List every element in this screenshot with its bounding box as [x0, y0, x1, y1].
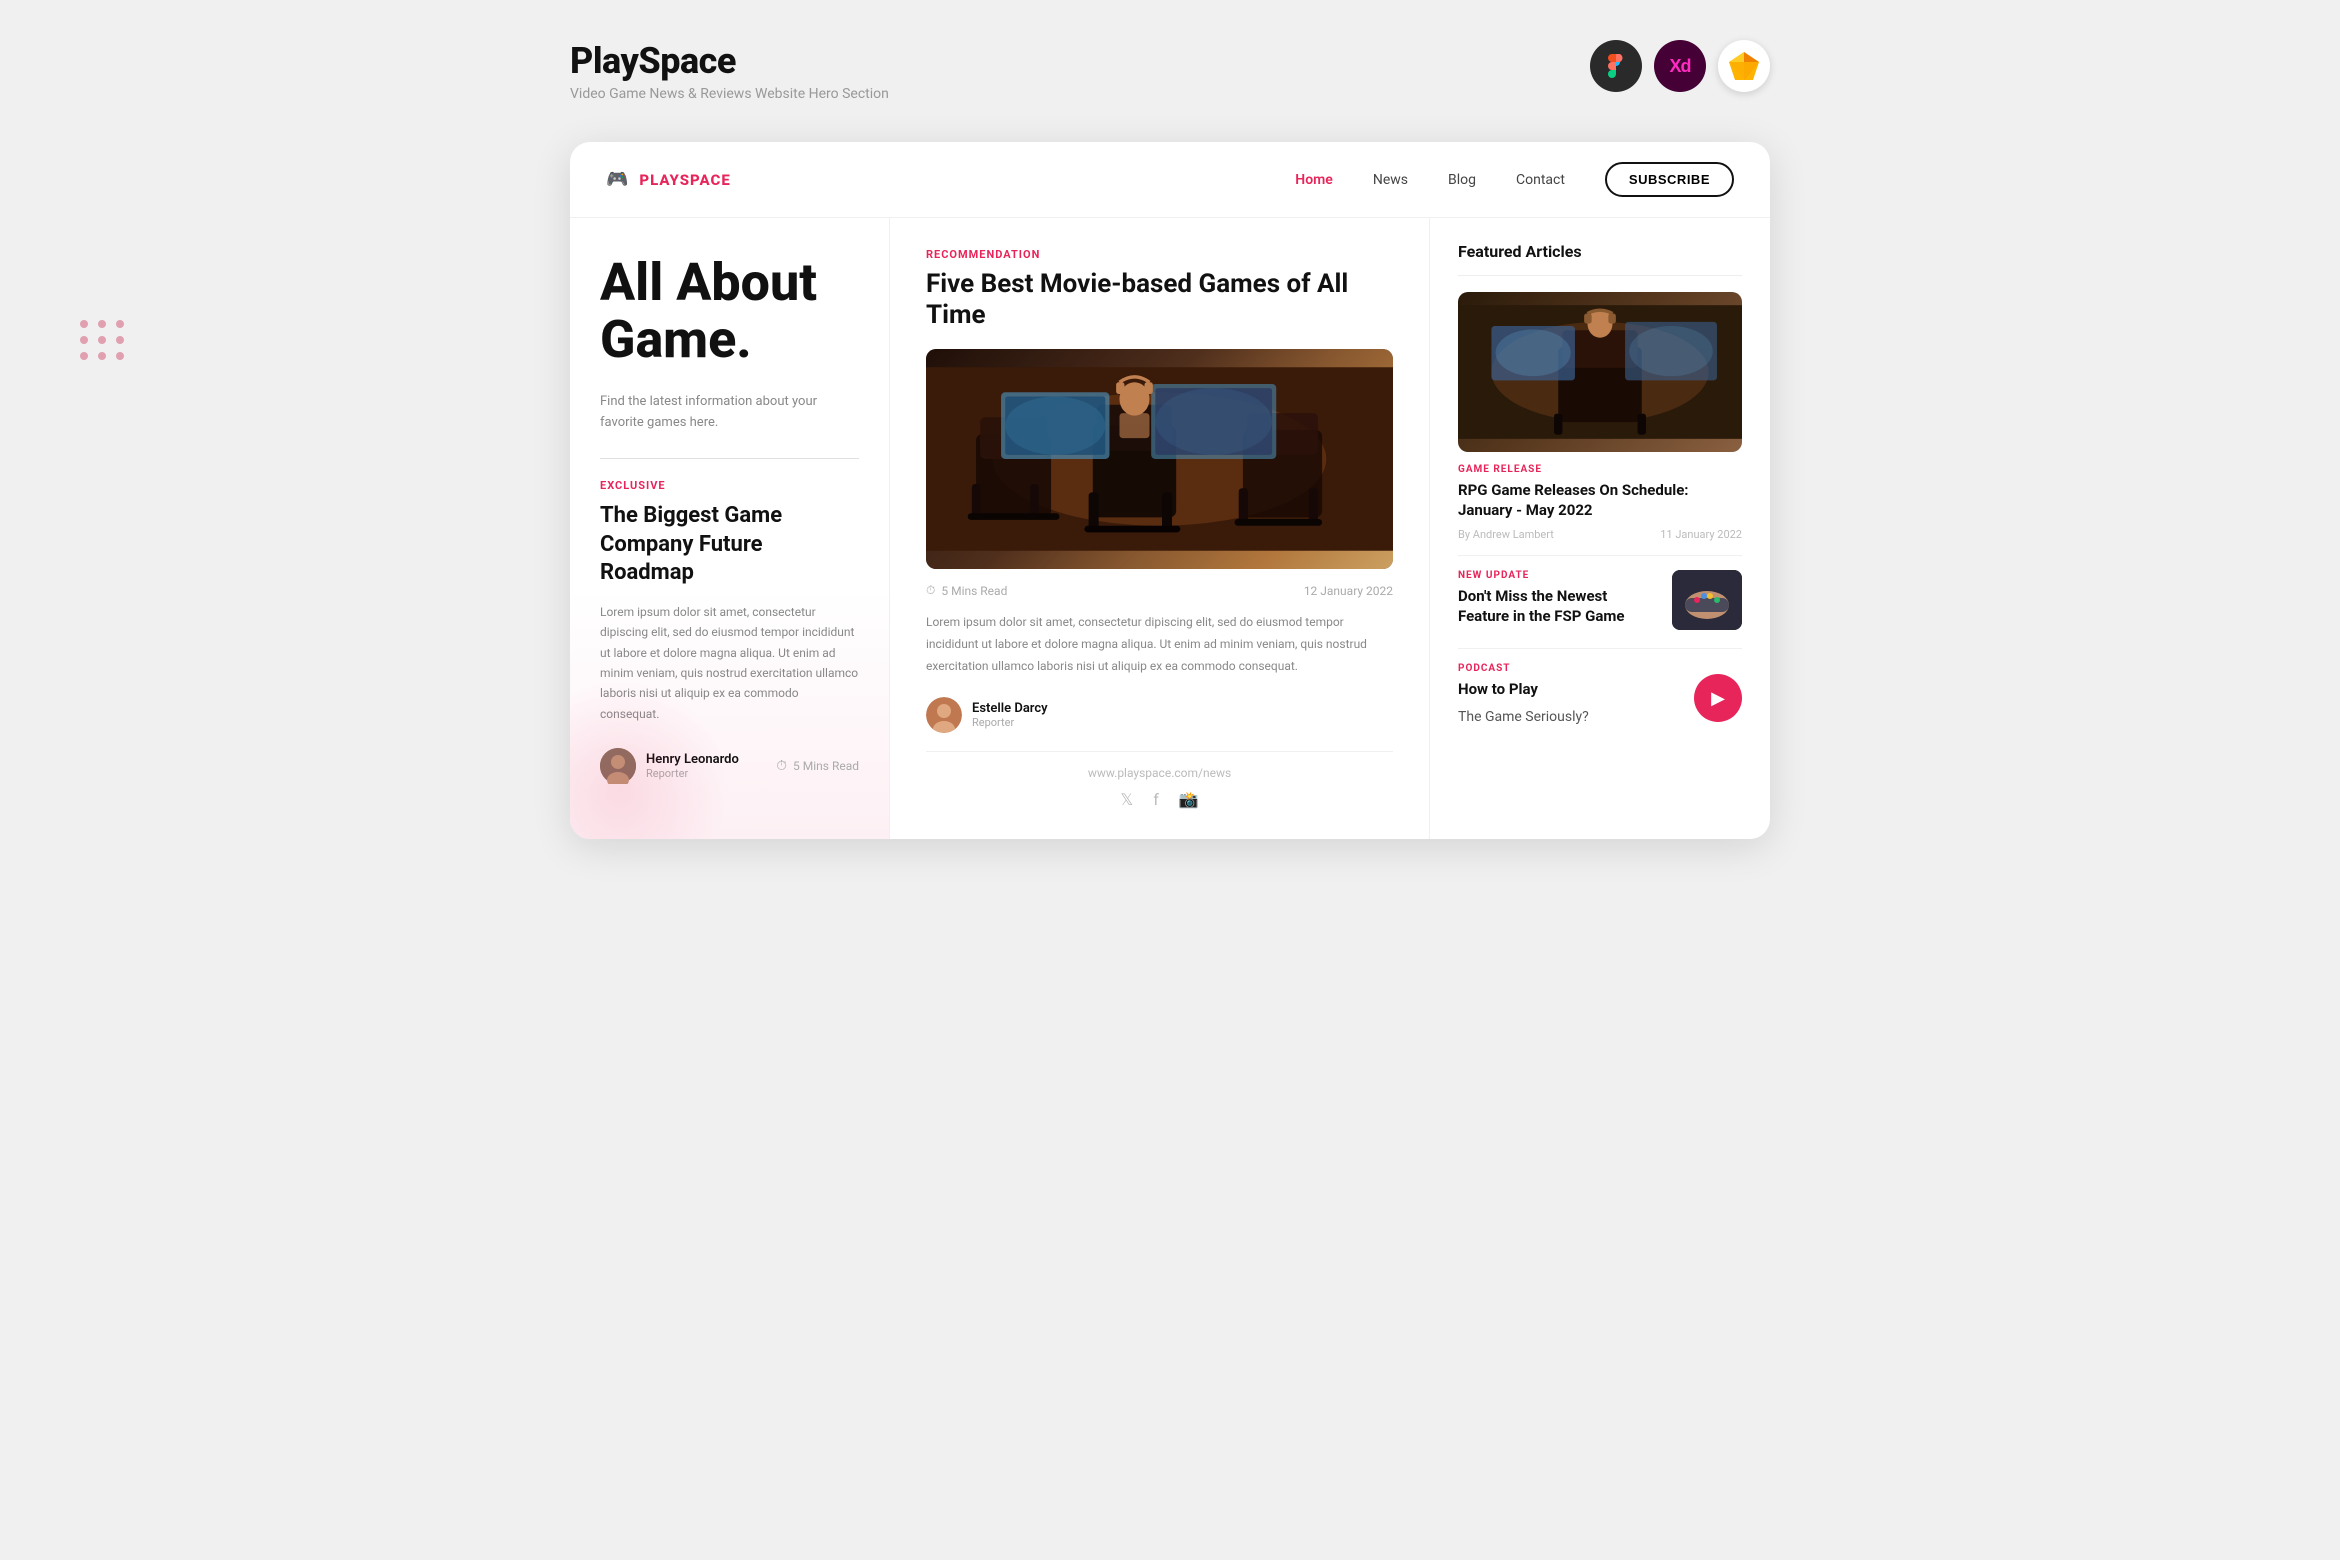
featured-panel: RECOMMENDATION Five Best Movie-based Gam…	[890, 218, 1430, 839]
recommendation-label: RECOMMENDATION	[926, 248, 1393, 261]
nav-brand-label: PLAYSPACE	[639, 171, 730, 189]
featured-author-section: Estelle Darcy Reporter	[926, 697, 1393, 752]
figma-icon	[1590, 40, 1642, 92]
content-area: All About Game. Find the latest informat…	[570, 218, 1770, 839]
hero-author-info: Henry Leonardo Reporter	[600, 748, 739, 784]
tool-icons-group: Xd	[1590, 40, 1770, 92]
sidebar-article-title-2: Don't Miss the Newest Feature in the FSP…	[1458, 587, 1660, 626]
featured-articles-divider	[1458, 275, 1742, 276]
hero-panel: All About Game. Find the latest informat…	[570, 218, 890, 839]
featured-clock-icon: ⏱	[926, 583, 935, 598]
nav-link-blog[interactable]: Blog	[1448, 172, 1476, 188]
sidebar-thumb-2	[1672, 570, 1742, 630]
nav-link-news[interactable]: News	[1373, 172, 1408, 188]
featured-title: Five Best Movie-based Games of All Time	[926, 269, 1393, 331]
hero-author-row: Henry Leonardo Reporter ⏱ 5 Mins Read	[600, 748, 859, 784]
sketch-icon	[1718, 40, 1770, 92]
featured-date: 12 January 2022	[1304, 584, 1393, 598]
sidebar-article-title-1: RPG Game Releases On Schedule: January -…	[1458, 481, 1742, 520]
hero-author-details: Henry Leonardo Reporter	[646, 752, 739, 780]
featured-author-name: Estelle Darcy	[972, 701, 1048, 716]
instagram-icon[interactable]: 📸	[1179, 790, 1199, 809]
featured-author-role: Reporter	[972, 716, 1048, 729]
hero-read-time-label: 5 Mins Read	[793, 759, 859, 773]
sidebar-tag-2: NEW UPDATE	[1458, 570, 1660, 581]
main-card: 🎮 PLAYSPACE Home News Blog Contact SUBSC…	[570, 142, 1770, 839]
featured-read-time: ⏱ 5 Mins Read	[926, 583, 1007, 598]
sidebar-article-1: GAME RELEASE RPG Game Releases On Schedu…	[1458, 292, 1742, 556]
facebook-icon[interactable]: f	[1153, 790, 1159, 809]
podcast-title: How to Play	[1458, 680, 1589, 700]
hero-author-avatar	[600, 748, 636, 784]
featured-author-details: Estelle Darcy Reporter	[972, 701, 1048, 729]
featured-image	[926, 349, 1393, 569]
podcast-tag: PODCAST	[1458, 663, 1589, 674]
sidebar-featured-image	[1458, 292, 1742, 452]
hero-author-name: Henry Leonardo	[646, 752, 739, 767]
clock-icon: ⏱	[776, 758, 787, 774]
nav-links: Home News Blog Contact SUBSCRIBE	[1295, 162, 1734, 197]
featured-meta-row: ⏱ 5 Mins Read 12 January 2022	[926, 583, 1393, 598]
sidebar-article-content-2: NEW UPDATE Don't Miss the Newest Feature…	[1458, 570, 1660, 634]
podcast-content: PODCAST How to Play The Game Seriously?	[1458, 663, 1589, 734]
podcast-subtitle: The Game Seriously?	[1458, 708, 1589, 726]
nav-link-home[interactable]: Home	[1295, 172, 1333, 188]
hero-read-time: ⏱ 5 Mins Read	[776, 758, 859, 774]
nav-brand: 🎮 PLAYSPACE	[606, 169, 731, 190]
sidebar-article-2: NEW UPDATE Don't Miss the Newest Feature…	[1458, 570, 1742, 649]
sidebar-meta-1: By Andrew Lambert 11 January 2022	[1458, 528, 1742, 556]
hero-article-title: The Biggest Game Company Future Roadmap	[600, 502, 859, 588]
featured-body: Lorem ipsum dolor sit amet, consectetur …	[926, 612, 1393, 677]
hero-description: Find the latest information about your f…	[600, 392, 840, 434]
exclusive-label: EXCLUSIVE	[600, 479, 859, 492]
sidebar-author-1: By Andrew Lambert	[1458, 528, 1554, 541]
navigation: 🎮 PLAYSPACE Home News Blog Contact SUBSC…	[570, 142, 1770, 218]
sidebar-tag-1: GAME RELEASE	[1458, 464, 1742, 475]
brand-section: PlaySpace Video Game News & Reviews Webs…	[570, 40, 889, 102]
featured-articles-title: Featured Articles	[1458, 242, 1742, 261]
hero-divider	[600, 458, 859, 459]
podcast-play-button[interactable]: ▶	[1694, 674, 1742, 722]
social-icons: 𝕏 f 📸	[926, 790, 1393, 809]
hero-author-role: Reporter	[646, 767, 739, 780]
page-subtitle: Video Game News & Reviews Website Hero S…	[570, 86, 889, 102]
page-title: PlaySpace	[570, 40, 889, 82]
decorative-dots	[80, 320, 126, 360]
featured-url: www.playspace.com/news	[926, 766, 1393, 780]
featured-read-time-label: 5 Mins Read	[941, 584, 1007, 598]
twitter-icon[interactable]: 𝕏	[1120, 790, 1133, 809]
page-header: PlaySpace Video Game News & Reviews Webs…	[570, 40, 1770, 102]
featured-author-avatar	[926, 697, 962, 733]
hero-headline: All About Game.	[600, 254, 859, 368]
subscribe-button[interactable]: SUBSCRIBE	[1605, 162, 1734, 197]
xd-icon: Xd	[1654, 40, 1706, 92]
featured-footer: www.playspace.com/news 𝕏 f 📸	[926, 752, 1393, 809]
sidebar-date-1: 11 January 2022	[1660, 528, 1742, 541]
nav-link-contact[interactable]: Contact	[1516, 172, 1565, 188]
hero-article-excerpt: Lorem ipsum dolor sit amet, consectetur …	[600, 602, 859, 724]
sidebar-podcast: PODCAST How to Play The Game Seriously? …	[1458, 663, 1742, 734]
sidebar-panel: Featured Articles	[1430, 218, 1770, 839]
gamepad-icon: 🎮	[606, 169, 629, 190]
